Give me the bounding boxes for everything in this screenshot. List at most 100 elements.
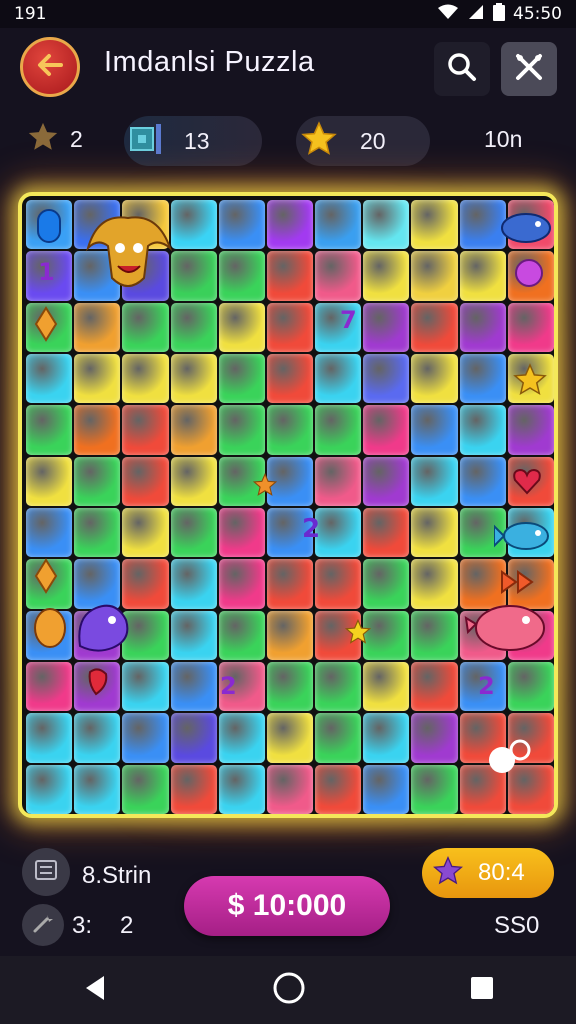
- puzzle-tile[interactable]: [315, 251, 362, 301]
- puzzle-tile[interactable]: [411, 713, 458, 763]
- puzzle-tile[interactable]: [459, 302, 506, 352]
- puzzle-tile[interactable]: [315, 713, 362, 763]
- puzzle-tile[interactable]: [459, 713, 506, 763]
- puzzle-tile[interactable]: [122, 610, 169, 660]
- puzzle-tile[interactable]: [26, 405, 73, 455]
- puzzle-tile[interactable]: [122, 405, 169, 455]
- puzzle-tile[interactable]: [507, 251, 554, 301]
- puzzle-tile[interactable]: [170, 200, 217, 250]
- puzzle-tile[interactable]: [218, 559, 265, 609]
- puzzle-tile[interactable]: [459, 251, 506, 301]
- puzzle-tile[interactable]: [507, 353, 554, 404]
- buy-button[interactable]: $ 10:000: [184, 876, 390, 936]
- puzzle-tile[interactable]: [315, 456, 362, 506]
- puzzle-tile[interactable]: [266, 559, 314, 609]
- puzzle-tile[interactable]: [170, 405, 217, 455]
- puzzle-tile[interactable]: [74, 405, 121, 455]
- puzzle-tile[interactable]: [122, 661, 169, 712]
- puzzle-tile[interactable]: [218, 713, 265, 763]
- puzzle-tile[interactable]: [459, 200, 506, 250]
- nav-recents-icon[interactable]: [470, 976, 494, 1004]
- puzzle-tile[interactable]: [411, 661, 458, 712]
- puzzle-tile[interactable]: [218, 200, 265, 250]
- puzzle-tile[interactable]: [363, 559, 410, 609]
- puzzle-tile[interactable]: [411, 764, 458, 814]
- puzzle-tile[interactable]: [74, 661, 121, 712]
- puzzle-tile[interactable]: [218, 353, 265, 404]
- puzzle-tile[interactable]: [74, 251, 121, 301]
- puzzle-tile[interactable]: [26, 200, 73, 250]
- puzzle-tile[interactable]: [459, 559, 506, 609]
- puzzle-tile[interactable]: [74, 610, 121, 660]
- puzzle-tile[interactable]: [507, 200, 554, 250]
- puzzle-tile[interactable]: [363, 610, 410, 660]
- puzzle-tile[interactable]: [411, 200, 458, 250]
- nav-back-icon[interactable]: [82, 974, 108, 1006]
- puzzle-tile[interactable]: [170, 559, 217, 609]
- puzzle-tile[interactable]: [122, 251, 169, 301]
- puzzle-tile[interactable]: [411, 353, 458, 404]
- puzzle-tile[interactable]: [363, 661, 410, 712]
- puzzle-tile[interactable]: [26, 507, 73, 558]
- puzzle-tile[interactable]: [459, 610, 506, 660]
- puzzle-tile[interactable]: [122, 559, 169, 609]
- puzzle-tile[interactable]: [74, 200, 121, 250]
- puzzle-tile[interactable]: [170, 302, 217, 352]
- puzzle-tile[interactable]: [122, 200, 169, 250]
- puzzle-tile[interactable]: [218, 456, 265, 506]
- puzzle-tile[interactable]: [26, 302, 73, 352]
- puzzle-tile[interactable]: [411, 302, 458, 352]
- puzzle-tile[interactable]: [363, 200, 410, 250]
- puzzle-tile[interactable]: [411, 251, 458, 301]
- puzzle-grid[interactable]: [26, 200, 554, 814]
- puzzle-tile[interactable]: [26, 610, 73, 660]
- puzzle-tile[interactable]: [507, 610, 554, 660]
- nav-home-icon[interactable]: [272, 971, 306, 1009]
- puzzle-tile[interactable]: [266, 302, 314, 352]
- puzzle-tile[interactable]: [74, 302, 121, 352]
- puzzle-tile[interactable]: [459, 353, 506, 404]
- puzzle-tile[interactable]: [266, 251, 314, 301]
- puzzle-tile[interactable]: [266, 200, 314, 250]
- puzzle-tile[interactable]: [26, 713, 73, 763]
- puzzle-tile[interactable]: [266, 353, 314, 404]
- puzzle-board[interactable]: 2 2 2 7 1: [18, 192, 558, 818]
- puzzle-tile[interactable]: [507, 456, 554, 506]
- puzzle-tile[interactable]: [74, 713, 121, 763]
- puzzle-tile[interactable]: [411, 456, 458, 506]
- search-button[interactable]: [434, 42, 490, 96]
- puzzle-tile[interactable]: [122, 764, 169, 814]
- puzzle-tile[interactable]: [170, 456, 217, 506]
- puzzle-tile[interactable]: [266, 713, 314, 763]
- puzzle-tile[interactable]: [507, 302, 554, 352]
- puzzle-tile[interactable]: [74, 764, 121, 814]
- puzzle-tile[interactable]: [363, 456, 410, 506]
- puzzle-tile[interactable]: [266, 456, 314, 506]
- puzzle-tile[interactable]: [363, 507, 410, 558]
- puzzle-tile[interactable]: [459, 764, 506, 814]
- puzzle-tile[interactable]: [411, 405, 458, 455]
- puzzle-tile[interactable]: [315, 610, 362, 660]
- puzzle-tile[interactable]: [315, 200, 362, 250]
- puzzle-tile[interactable]: [218, 251, 265, 301]
- puzzle-tile[interactable]: [315, 353, 362, 404]
- puzzle-tile[interactable]: [170, 713, 217, 763]
- puzzle-tile[interactable]: [74, 353, 121, 404]
- puzzle-tile[interactable]: [170, 507, 217, 558]
- puzzle-tile[interactable]: [170, 610, 217, 660]
- puzzle-tile[interactable]: [411, 610, 458, 660]
- puzzle-tile[interactable]: [26, 456, 73, 506]
- puzzle-tile[interactable]: [218, 302, 265, 352]
- tools-button[interactable]: [501, 42, 557, 96]
- puzzle-tile[interactable]: [266, 610, 314, 660]
- puzzle-tile[interactable]: [363, 251, 410, 301]
- puzzle-tile[interactable]: [218, 507, 265, 558]
- puzzle-tile[interactable]: [315, 559, 362, 609]
- puzzle-tile[interactable]: [459, 456, 506, 506]
- puzzle-tile[interactable]: [26, 559, 73, 609]
- puzzle-tile[interactable]: [26, 764, 73, 814]
- puzzle-tile[interactable]: [170, 353, 217, 404]
- puzzle-tile[interactable]: [411, 507, 458, 558]
- puzzle-tile[interactable]: [459, 507, 506, 558]
- puzzle-tile[interactable]: [122, 507, 169, 558]
